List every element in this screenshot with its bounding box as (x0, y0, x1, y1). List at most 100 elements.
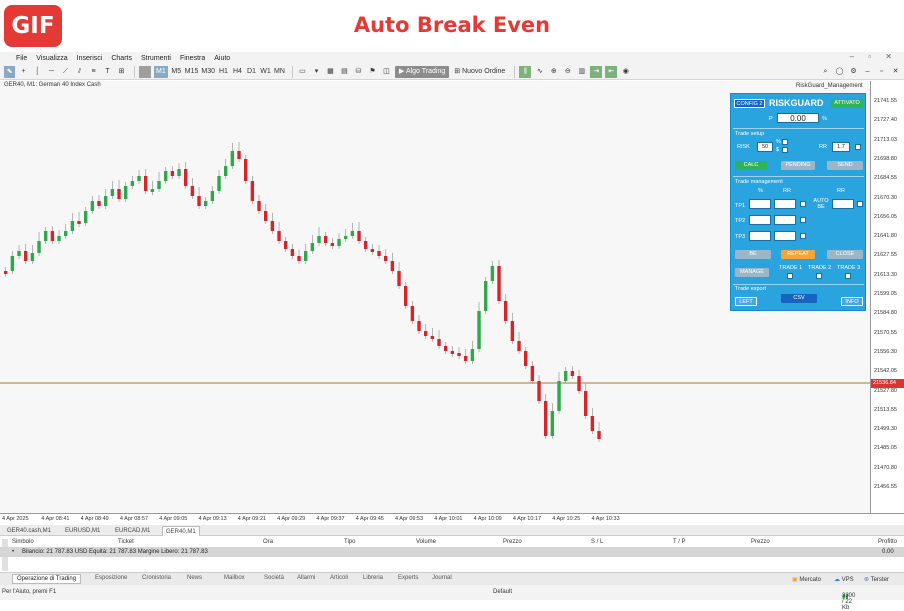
col-symbol[interactable]: Simbolo (12, 539, 34, 545)
new-order-button[interactable]: ⊞ Nuovo Ordine (452, 66, 507, 78)
col-type[interactable]: Tipo (344, 539, 355, 545)
text-icon[interactable]: T (102, 66, 113, 78)
tp2-pct-input[interactable] (749, 215, 771, 225)
tab-company[interactable]: Società (264, 575, 284, 581)
chart-settings-icon[interactable] (139, 65, 151, 78)
menu-help[interactable]: Aiuto (214, 55, 230, 62)
trade3-checkbox[interactable] (845, 273, 851, 279)
risk-input[interactable]: 50 (757, 142, 773, 152)
tab-trade[interactable]: Operazione di Trading (12, 574, 82, 584)
be-button[interactable]: BE (735, 250, 771, 259)
tile-icon[interactable]: ▥ (576, 66, 587, 78)
trade2-checkbox[interactable] (816, 273, 822, 279)
timeframe-w1[interactable]: W1 (260, 66, 271, 78)
timeframe-h4[interactable]: H4 (232, 66, 243, 78)
market-button[interactable]: ▣ Mercato (792, 576, 821, 583)
fibo-icon[interactable]: ≡ (88, 66, 99, 78)
cursor-icon[interactable]: ⬉ (4, 65, 15, 78)
autoscroll-icon[interactable]: ⇥ (590, 65, 603, 78)
risk-percent-checkbox[interactable] (782, 139, 788, 145)
signals-icon[interactable]: ⚑ (367, 66, 378, 78)
rr-checkbox[interactable] (855, 144, 861, 150)
tab-journal[interactable]: Journal (432, 575, 452, 581)
csv-button[interactable]: CSV (781, 294, 817, 303)
window-controls[interactable]: – ▫ ✕ (850, 52, 898, 61)
tp2-rr-input[interactable] (774, 215, 796, 225)
tp3-rr-input[interactable] (774, 231, 796, 241)
template-icon[interactable]: ▾ (311, 66, 322, 78)
timeframe-d1[interactable]: D1 (246, 66, 257, 78)
close-icon[interactable]: ✕ (890, 66, 901, 78)
zoom-in-icon[interactable]: ⊕ (548, 66, 559, 78)
calc-button[interactable]: CALC (735, 161, 767, 170)
shapes-icon[interactable]: ⊞ (116, 66, 127, 78)
menu-charts[interactable]: Charts (111, 55, 132, 62)
menu-file[interactable]: File (16, 55, 27, 62)
account-icon[interactable]: ◯ (834, 66, 845, 78)
menu-view[interactable]: Visualizza (36, 55, 67, 62)
col-time[interactable]: Ora (263, 539, 273, 545)
tp1-checkbox[interactable] (800, 201, 806, 207)
tab-articles[interactable]: Articoli (330, 575, 348, 581)
trendline-icon[interactable]: ⟋ (60, 66, 71, 78)
menu-insert[interactable]: Inserisci (77, 55, 103, 62)
vertical-line-icon[interactable]: │ (32, 66, 43, 78)
chart-type-icon[interactable]: ▭ (297, 66, 308, 78)
activate-button[interactable]: ATTIVATO (831, 99, 863, 108)
market-icon[interactable]: ⛁ (353, 66, 364, 78)
send-button[interactable]: SEND (827, 161, 863, 170)
risk-dollar-checkbox[interactable] (782, 147, 788, 153)
minimize-icon[interactable]: – (862, 66, 873, 78)
zoom-out-icon[interactable]: ⊖ (562, 66, 573, 78)
hosting-icon[interactable]: ◫ (381, 66, 392, 78)
timeframe-m15[interactable]: M15 (185, 66, 199, 78)
col-sl[interactable]: S / L (591, 539, 603, 545)
manage-button[interactable]: MANAGE (735, 268, 769, 277)
chart-tab-eurusd[interactable]: EURUSD,M1 (62, 526, 103, 536)
tab-exposure[interactable]: Esposizione (95, 575, 127, 581)
chart-tab-ger40[interactable]: GER40,M1 (162, 526, 200, 536)
horizontal-line-icon[interactable]: ─ (46, 66, 57, 78)
vps-button[interactable]: ☁ VPS (834, 576, 854, 583)
chart-shift-icon[interactable]: ⇤ (605, 65, 618, 78)
price-input[interactable]: 0.00 (777, 113, 819, 123)
tab-news[interactable]: News (187, 575, 202, 581)
tp2-checkbox[interactable] (800, 217, 806, 223)
screenshot-icon[interactable]: ◉ (620, 66, 631, 78)
tp1-pct-input[interactable] (749, 199, 771, 209)
line-chart-icon[interactable]: ∿ (534, 66, 545, 78)
col-volume[interactable]: Volume (416, 539, 436, 545)
algo-trading-button[interactable]: ▶ Algo Trading (394, 65, 450, 78)
tp3-checkbox[interactable] (800, 233, 806, 239)
tab-mailbox[interactable]: Mailbox (224, 575, 245, 581)
col-price[interactable]: Prezzo (503, 539, 522, 545)
tab-library[interactable]: Libreria (363, 575, 383, 581)
timeframe-m30[interactable]: M30 (201, 66, 215, 78)
trade1-checkbox[interactable] (787, 273, 793, 279)
tab-alerts[interactable]: Allarmi (297, 575, 315, 581)
restore-icon[interactable]: ▫ (876, 66, 887, 78)
left-button[interactable]: LEFT (735, 297, 757, 306)
pending-button[interactable]: PENDING (781, 161, 815, 170)
timeframe-m1[interactable]: M1 (154, 65, 168, 78)
col-price-current[interactable]: Prezzo (751, 539, 770, 545)
tp1-rr-input[interactable] (774, 199, 796, 209)
rr-input[interactable]: 1.7 (832, 142, 850, 152)
menu-tools[interactable]: Strumenti (141, 55, 171, 62)
crosshair-icon[interactable]: + (18, 66, 29, 78)
calendar-icon[interactable]: ▤ (339, 66, 350, 78)
price-axis[interactable]: 21741.55 21727.40 21713.03 21698.80 21684.55… (870, 81, 904, 513)
chart-tab-ger40-cash[interactable]: GER40.cash,M1 (4, 526, 54, 536)
timeframe-mn[interactable]: MN (274, 66, 285, 78)
timeframe-m5[interactable]: M5 (171, 66, 182, 78)
config-button[interactable]: CONFIG 2 (734, 99, 765, 108)
col-ticket[interactable]: Ticket (118, 539, 134, 545)
menu-window[interactable]: Finestra (180, 55, 205, 62)
auto-be-checkbox[interactable] (857, 201, 863, 207)
timeframe-h1[interactable]: H1 (218, 66, 229, 78)
info-button[interactable]: INFO (841, 297, 863, 306)
candles-icon[interactable]: ⫼ (519, 65, 532, 78)
indicators-icon[interactable]: ▦ (325, 66, 336, 78)
time-axis[interactable]: 4 Apr 2025 4 Apr 08:41 4 Apr 08:49 4 Apr 08… (0, 513, 904, 525)
tab-history[interactable]: Cronistoria (142, 575, 171, 581)
